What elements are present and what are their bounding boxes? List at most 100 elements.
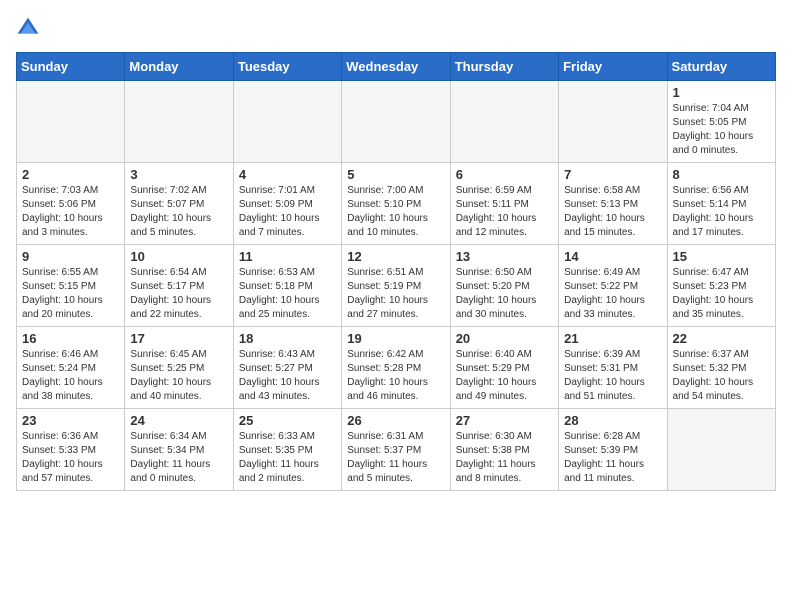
calendar-cell: 15 Sunrise: 6:47 AM Sunset: 5:23 PM Dayli… <box>667 245 775 327</box>
day-info: Sunrise: 6:58 AM Sunset: 5:13 PM Dayligh… <box>564 184 661 240</box>
day-number: 2 <box>22 167 119 182</box>
calendar-cell: 28 Sunrise: 6:28 AM Sunset: 5:39 PM Dayli… <box>559 409 667 491</box>
day-number: 12 <box>347 249 444 264</box>
day-info: Sunrise: 7:00 AM Sunset: 5:10 PM Dayligh… <box>347 184 444 240</box>
day-info: Sunrise: 6:49 AM Sunset: 5:22 PM Dayligh… <box>564 266 661 322</box>
day-info: Sunrise: 6:54 AM Sunset: 5:17 PM Dayligh… <box>130 266 227 322</box>
calendar-cell: 8 Sunrise: 6:56 AM Sunset: 5:14 PM Daylig… <box>667 163 775 245</box>
day-info: Sunrise: 7:04 AM Sunset: 5:05 PM Dayligh… <box>673 102 770 158</box>
day-info: Sunrise: 6:34 AM Sunset: 5:34 PM Dayligh… <box>130 430 227 486</box>
day-number: 1 <box>673 85 770 100</box>
day-info: Sunrise: 6:31 AM Sunset: 5:37 PM Dayligh… <box>347 430 444 486</box>
day-number: 3 <box>130 167 227 182</box>
day-number: 23 <box>22 413 119 428</box>
calendar-week-row: 23 Sunrise: 6:36 AM Sunset: 5:33 PM Dayli… <box>17 409 776 491</box>
day-info: Sunrise: 6:36 AM Sunset: 5:33 PM Dayligh… <box>22 430 119 486</box>
calendar-cell: 14 Sunrise: 6:49 AM Sunset: 5:22 PM Dayli… <box>559 245 667 327</box>
weekday-header-friday: Friday <box>559 53 667 81</box>
weekday-header-monday: Monday <box>125 53 233 81</box>
calendar-cell: 19Sunrise: 6:42 AM Sunset: 5:28 PM Dayli… <box>342 327 450 409</box>
calendar-cell: 23 Sunrise: 6:36 AM Sunset: 5:33 PM Dayli… <box>17 409 125 491</box>
day-info: Sunrise: 6:50 AM Sunset: 5:20 PM Dayligh… <box>456 266 553 322</box>
day-info: Sunrise: 6:59 AM Sunset: 5:11 PM Dayligh… <box>456 184 553 240</box>
weekday-header-saturday: Saturday <box>667 53 775 81</box>
day-info: Sunrise: 6:55 AM Sunset: 5:15 PM Dayligh… <box>22 266 119 322</box>
calendar-week-row: 2 Sunrise: 7:03 AM Sunset: 5:06 PM Daylig… <box>17 163 776 245</box>
day-number: 22 <box>673 331 770 346</box>
day-number: 14 <box>564 249 661 264</box>
day-number: 26 <box>347 413 444 428</box>
day-number: 24 <box>130 413 227 428</box>
day-info: Sunrise: 6:43 AM Sunset: 5:27 PM Dayligh… <box>239 348 336 404</box>
day-number: 20 <box>456 331 553 346</box>
calendar-cell: 26 Sunrise: 6:31 AM Sunset: 5:37 PM Dayli… <box>342 409 450 491</box>
calendar-cell: 24 Sunrise: 6:34 AM Sunset: 5:34 PM Dayli… <box>125 409 233 491</box>
calendar-cell <box>233 81 341 163</box>
calendar-week-row: 1 Sunrise: 7:04 AM Sunset: 5:05 PM Daylig… <box>17 81 776 163</box>
day-info: Sunrise: 6:30 AM Sunset: 5:38 PM Dayligh… <box>456 430 553 486</box>
day-number: 19 <box>347 331 444 346</box>
calendar-cell: 11 Sunrise: 6:53 AM Sunset: 5:18 PM Dayli… <box>233 245 341 327</box>
weekday-header-sunday: Sunday <box>17 53 125 81</box>
day-info: Sunrise: 7:03 AM Sunset: 5:06 PM Dayligh… <box>22 184 119 240</box>
day-number: 27 <box>456 413 553 428</box>
day-number: 9 <box>22 249 119 264</box>
day-info: Sunrise: 7:01 AM Sunset: 5:09 PM Dayligh… <box>239 184 336 240</box>
day-number: 16 <box>22 331 119 346</box>
weekday-header-thursday: Thursday <box>450 53 558 81</box>
calendar-cell: 18 Sunrise: 6:43 AM Sunset: 5:27 PM Dayli… <box>233 327 341 409</box>
calendar-cell: 16 Sunrise: 6:46 AM Sunset: 5:24 PM Dayli… <box>17 327 125 409</box>
day-number: 18 <box>239 331 336 346</box>
calendar-cell <box>450 81 558 163</box>
day-info: Sunrise: 6:46 AM Sunset: 5:24 PM Dayligh… <box>22 348 119 404</box>
weekday-header-wednesday: Wednesday <box>342 53 450 81</box>
calendar-cell: 22 Sunrise: 6:37 AM Sunset: 5:32 PM Dayli… <box>667 327 775 409</box>
calendar-cell: 4 Sunrise: 7:01 AM Sunset: 5:09 PM Daylig… <box>233 163 341 245</box>
calendar-cell: 12Sunrise: 6:51 AM Sunset: 5:19 PM Dayli… <box>342 245 450 327</box>
day-number: 8 <box>673 167 770 182</box>
day-number: 11 <box>239 249 336 264</box>
day-number: 13 <box>456 249 553 264</box>
calendar-cell <box>559 81 667 163</box>
calendar-cell: 6 Sunrise: 6:59 AM Sunset: 5:11 PM Daylig… <box>450 163 558 245</box>
calendar-week-row: 9 Sunrise: 6:55 AM Sunset: 5:15 PM Daylig… <box>17 245 776 327</box>
day-number: 7 <box>564 167 661 182</box>
day-info: Sunrise: 6:39 AM Sunset: 5:31 PM Dayligh… <box>564 348 661 404</box>
calendar-cell <box>17 81 125 163</box>
day-number: 17 <box>130 331 227 346</box>
calendar-cell: 10Sunrise: 6:54 AM Sunset: 5:17 PM Dayli… <box>125 245 233 327</box>
day-info: Sunrise: 6:40 AM Sunset: 5:29 PM Dayligh… <box>456 348 553 404</box>
calendar-cell: 2 Sunrise: 7:03 AM Sunset: 5:06 PM Daylig… <box>17 163 125 245</box>
weekday-header-row: SundayMondayTuesdayWednesdayThursdayFrid… <box>17 53 776 81</box>
day-info: Sunrise: 6:47 AM Sunset: 5:23 PM Dayligh… <box>673 266 770 322</box>
day-number: 4 <box>239 167 336 182</box>
calendar-cell: 9 Sunrise: 6:55 AM Sunset: 5:15 PM Daylig… <box>17 245 125 327</box>
calendar-cell: 5 Sunrise: 7:00 AM Sunset: 5:10 PM Daylig… <box>342 163 450 245</box>
day-number: 15 <box>673 249 770 264</box>
calendar: SundayMondayTuesdayWednesdayThursdayFrid… <box>16 52 776 491</box>
day-info: Sunrise: 6:28 AM Sunset: 5:39 PM Dayligh… <box>564 430 661 486</box>
calendar-cell: 20 Sunrise: 6:40 AM Sunset: 5:29 PM Dayli… <box>450 327 558 409</box>
day-number: 28 <box>564 413 661 428</box>
logo <box>16 16 44 40</box>
calendar-cell <box>125 81 233 163</box>
calendar-cell: 3 Sunrise: 7:02 AM Sunset: 5:07 PM Daylig… <box>125 163 233 245</box>
weekday-header-tuesday: Tuesday <box>233 53 341 81</box>
day-info: Sunrise: 6:37 AM Sunset: 5:32 PM Dayligh… <box>673 348 770 404</box>
day-number: 25 <box>239 413 336 428</box>
day-number: 6 <box>456 167 553 182</box>
calendar-cell: 7 Sunrise: 6:58 AM Sunset: 5:13 PM Daylig… <box>559 163 667 245</box>
calendar-cell: 27 Sunrise: 6:30 AM Sunset: 5:38 PM Dayli… <box>450 409 558 491</box>
calendar-cell: 17 Sunrise: 6:45 AM Sunset: 5:25 PM Dayli… <box>125 327 233 409</box>
calendar-cell <box>667 409 775 491</box>
calendar-cell: 21 Sunrise: 6:39 AM Sunset: 5:31 PM Dayli… <box>559 327 667 409</box>
day-number: 5 <box>347 167 444 182</box>
calendar-week-row: 16 Sunrise: 6:46 AM Sunset: 5:24 PM Dayli… <box>17 327 776 409</box>
calendar-cell: 13 Sunrise: 6:50 AM Sunset: 5:20 PM Dayli… <box>450 245 558 327</box>
calendar-cell <box>342 81 450 163</box>
day-info: Sunrise: 7:02 AM Sunset: 5:07 PM Dayligh… <box>130 184 227 240</box>
day-number: 21 <box>564 331 661 346</box>
day-info: Sunrise: 6:45 AM Sunset: 5:25 PM Dayligh… <box>130 348 227 404</box>
day-info: Sunrise: 6:56 AM Sunset: 5:14 PM Dayligh… <box>673 184 770 240</box>
day-info: Sunrise: 6:53 AM Sunset: 5:18 PM Dayligh… <box>239 266 336 322</box>
